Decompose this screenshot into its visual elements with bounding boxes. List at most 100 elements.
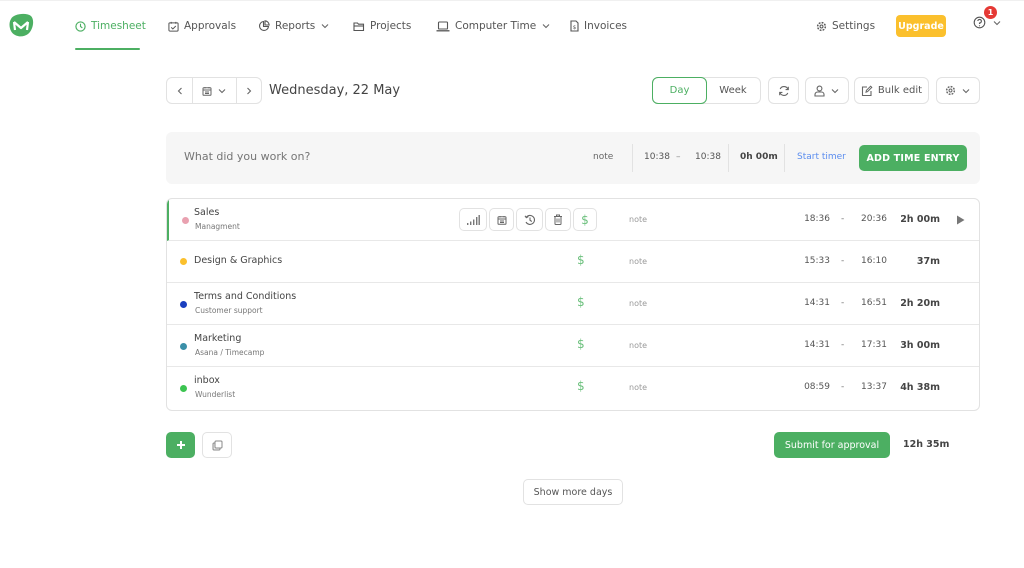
user-icon (814, 85, 825, 97)
start-time[interactable]: 15:33 (790, 256, 830, 266)
top-navigation: Timesheet Approvals Reports Projects Com… (0, 0, 1024, 50)
note-field[interactable]: note (629, 383, 647, 392)
clock-icon (75, 20, 86, 32)
user-filter-button[interactable] (805, 77, 849, 104)
change-date-button[interactable] (489, 208, 514, 231)
task-name[interactable]: Design & Graphics (194, 255, 282, 266)
start-timer-link[interactable]: Start timer (797, 152, 846, 162)
duplicate-button[interactable] (202, 432, 232, 458)
start-time[interactable]: 14:31 (790, 340, 830, 350)
date-title: Wednesday, 22 May (269, 83, 401, 98)
history-icon (524, 214, 535, 225)
duration[interactable]: 3h 00m (880, 340, 940, 351)
time-entry-row[interactable]: Sales Managment $ note 18:36 - 20:36 2h … (167, 199, 979, 241)
nav-computer-time[interactable]: Computer Time (436, 17, 551, 35)
chevron-down-icon (831, 88, 839, 93)
start-time[interactable]: 14:31 (790, 298, 830, 308)
svg-text:$: $ (573, 25, 577, 31)
duration[interactable]: 37m (880, 256, 940, 267)
calendar-icon (202, 86, 212, 96)
upgrade-button[interactable]: Upgrade (896, 15, 946, 37)
nav-label: Computer Time (455, 20, 537, 32)
start-time[interactable]: 08:59 (790, 382, 830, 392)
help-icon (973, 16, 986, 29)
note-field[interactable]: note (629, 257, 647, 266)
note-field[interactable]: note (629, 341, 647, 350)
day-total-duration: 12h 35m (903, 439, 950, 450)
duration-display[interactable]: 0h 00m (740, 152, 778, 162)
nav-projects[interactable]: Projects (353, 17, 411, 35)
signal-bars-icon (467, 214, 480, 225)
task-input[interactable] (184, 150, 564, 163)
edit-icon (861, 84, 873, 96)
folder-icon (353, 21, 365, 31)
bulk-edit-label: Bulk edit (877, 85, 923, 96)
dollar-icon[interactable]: $ (577, 295, 585, 309)
dollar-icon[interactable]: $ (577, 253, 585, 267)
billable-toggle[interactable]: $ (573, 208, 597, 231)
project-color-dot (180, 258, 187, 265)
add-entry-button[interactable] (166, 432, 195, 458)
timecamp-logo[interactable] (8, 13, 34, 38)
settings-dropdown-button[interactable] (936, 77, 980, 104)
previous-day-button[interactable] (167, 78, 192, 103)
delete-button[interactable] (545, 208, 571, 231)
dollar-icon[interactable]: $ (577, 337, 585, 351)
next-day-button[interactable] (236, 78, 261, 103)
time-entry-row[interactable]: inbox Wunderlist $ note 08:59 - 13:37 4h… (167, 367, 979, 409)
notification-badge: 1 (984, 6, 997, 19)
gear-icon (816, 21, 827, 31)
project-name: Wunderlist (195, 390, 236, 399)
time-separator: – (676, 152, 681, 162)
day-view-button[interactable]: Day (652, 77, 707, 104)
nav-label: Timesheet (91, 20, 146, 32)
time-entries-list: Sales Managment $ note 18:36 - 20:36 2h … (166, 198, 980, 411)
chevron-down-icon (962, 88, 970, 93)
dollar-icon: $ (581, 212, 589, 227)
history-button[interactable] (516, 208, 543, 231)
time-entry-row[interactable]: Terms and Conditions Customer support $ … (167, 283, 979, 325)
task-name[interactable]: Marketing (194, 333, 241, 344)
chevron-down-icon (993, 20, 1001, 25)
duration[interactable]: 2h 00m (880, 214, 940, 225)
time-entry-row[interactable]: Design & Graphics $ note 15:33 - 16:10 3… (167, 241, 979, 283)
duration[interactable]: 2h 20m (880, 298, 940, 309)
laptop-icon (436, 20, 450, 31)
note-field[interactable]: note (629, 299, 647, 308)
view-toggle: Day Week (652, 77, 761, 104)
refresh-icon (778, 85, 789, 96)
task-name[interactable]: Terms and Conditions (194, 291, 296, 302)
task-name[interactable]: inbox (194, 375, 220, 386)
nav-label: Reports (275, 20, 316, 32)
dollar-icon[interactable]: $ (577, 379, 585, 393)
bulk-edit-button[interactable]: Bulk edit (854, 77, 929, 104)
time-entry-row[interactable]: Marketing Asana / Timecamp $ note 14:31 … (167, 325, 979, 367)
task-name[interactable]: Sales (194, 207, 219, 218)
nav-settings[interactable]: Settings (816, 17, 875, 35)
project-color-dot (182, 217, 189, 224)
nav-reports[interactable]: Reports (258, 17, 330, 35)
nav-timesheet[interactable]: Timesheet (75, 17, 146, 35)
nav-label: Invoices (584, 20, 628, 32)
nav-approvals[interactable]: Approvals (168, 17, 236, 35)
note-field[interactable]: note (629, 215, 647, 224)
date-picker-button[interactable] (192, 78, 236, 103)
note-field[interactable]: note (593, 152, 613, 162)
end-time-input[interactable]: 10:38 (695, 152, 721, 162)
activity-level-button[interactable] (459, 208, 487, 231)
play-icon[interactable] (956, 215, 965, 225)
calendar-check-icon (168, 21, 179, 32)
duration[interactable]: 4h 38m (880, 382, 940, 393)
add-time-entry-button[interactable]: ADD TIME ENTRY (859, 145, 967, 171)
plus-icon (176, 441, 185, 449)
project-name: Managment (195, 222, 240, 231)
week-view-button[interactable]: Week (706, 78, 760, 103)
nav-invoices[interactable]: $ Invoices (570, 17, 627, 35)
project-name: Customer support (195, 306, 263, 315)
start-time-input[interactable]: 10:38 (644, 152, 670, 162)
start-time[interactable]: 18:36 (790, 214, 830, 224)
refresh-button[interactable] (768, 77, 799, 104)
submit-for-approval-button[interactable]: Submit for approval (774, 432, 890, 458)
show-more-days-button[interactable]: Show more days (523, 479, 623, 505)
new-time-entry-bar: note 10:38 – 10:38 0h 00m Start timer AD… (166, 132, 980, 184)
